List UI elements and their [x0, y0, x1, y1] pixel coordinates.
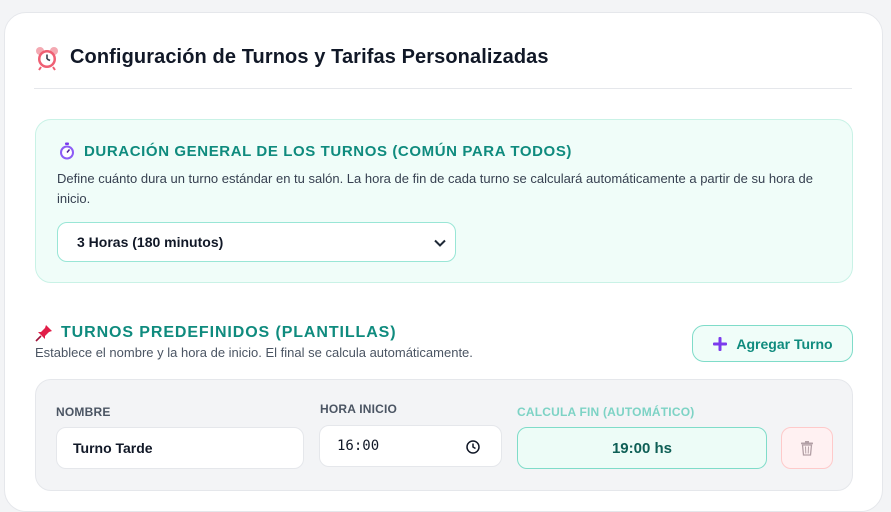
name-label: NOMBRE [56, 405, 111, 419]
add-shift-button[interactable]: Agregar Turno [692, 325, 853, 362]
add-shift-label: Agregar Turno [736, 336, 832, 352]
shift-name-input[interactable]: Turno Tarde [56, 427, 304, 469]
duration-section: DURACIÓN GENERAL DE LOS TURNOS (COMÚN PA… [35, 119, 853, 283]
shift-row: NOMBRE HORA INICIO CALCULA FIN (AUTOMÁTI… [35, 379, 853, 491]
stopwatch-icon [58, 142, 76, 160]
presets-description: Establece el nombre y la hora de inicio.… [35, 345, 473, 360]
page-header: Configuración de Turnos y Tarifas Person… [34, 44, 549, 70]
presets-section-title: TURNOS PREDEFINIDOS (PLANTILLAS) [35, 324, 396, 342]
alarm-clock-icon [34, 45, 60, 71]
trash-icon [799, 440, 815, 456]
end-time-value: 19:00 hs [612, 440, 672, 457]
shift-name-value: Turno Tarde [73, 440, 153, 456]
start-time-label: HORA INICIO [320, 402, 397, 416]
presets-title-text: TURNOS PREDEFINIDOS (PLANTILLAS) [61, 324, 396, 342]
header-divider [34, 88, 852, 89]
duration-title-text: DURACIÓN GENERAL DE LOS TURNOS (COMÚN PA… [84, 143, 572, 160]
start-time-value: 16:00 [337, 438, 379, 454]
presets-header: TURNOS PREDEFINIDOS (PLANTILLAS) [35, 324, 396, 342]
duration-selected-value: 3 Horas (180 minutos) [77, 234, 223, 250]
calculated-end-time: 19:00 hs [517, 427, 767, 469]
clock-icon[interactable] [465, 439, 481, 455]
pushpin-icon [35, 324, 53, 342]
duration-select[interactable]: 3 Horas (180 minutos) [57, 222, 456, 262]
duration-section-title: DURACIÓN GENERAL DE LOS TURNOS (COMÚN PA… [58, 142, 572, 160]
end-time-label: CALCULA FIN (AUTOMÁTICO) [517, 405, 694, 419]
start-time-input[interactable]: 16:00 [319, 425, 502, 467]
plus-icon [712, 336, 728, 352]
delete-shift-button[interactable] [781, 427, 833, 469]
page-title: Configuración de Turnos y Tarifas Person… [70, 46, 549, 69]
chevron-down-icon [433, 236, 447, 250]
duration-description: Define cuánto dura un turno estándar en … [57, 169, 817, 209]
